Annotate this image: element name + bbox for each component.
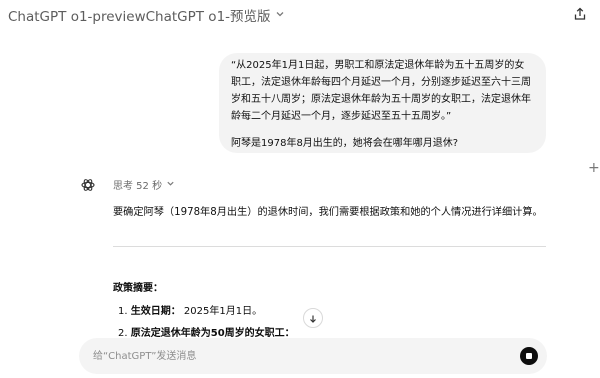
- list-label: 生效日期：: [130, 306, 181, 317]
- message-input[interactable]: [93, 348, 493, 364]
- message-composer: [79, 338, 547, 374]
- share-icon: [573, 6, 587, 25]
- assistant-intro-text: 要确定阿琴（1978年8月出生）的退休时间，我们需要根据政策和她的个人情况进行详…: [113, 207, 543, 218]
- list-value: 2025年1月1日。: [183, 306, 263, 317]
- thinking-label: 思考 52 秒: [113, 181, 163, 192]
- scroll-to-bottom-button[interactable]: [303, 308, 323, 328]
- user-message-bubble: “从2025年1月1日起，男职工和原法定退休年龄为五十五周岁的女职工，法定退休年…: [219, 53, 546, 153]
- thinking-toggle[interactable]: 思考 52 秒: [113, 177, 175, 192]
- chatgpt-logo-icon: [80, 177, 96, 193]
- list-number: 1.: [118, 306, 128, 317]
- arrow-down-icon: [308, 309, 318, 328]
- chevron-down-icon: [166, 179, 175, 191]
- plus-icon[interactable]: +: [588, 160, 600, 176]
- list-item: 2. 原法定退休年龄为50周岁的女职工：: [118, 324, 295, 339]
- model-selector[interactable]: ChatGPT o1-previewChatGPT o1-预览版: [8, 4, 285, 26]
- policy-summary-heading: 政策摘要：: [113, 283, 163, 294]
- list-item: 1. 生效日期： 2025年1月1日。: [118, 302, 262, 317]
- stop-icon: [526, 353, 532, 359]
- share-button[interactable]: [570, 5, 590, 25]
- user-message-question: 阿琴是1978年8月出生的，她将会在哪年哪月退休?: [231, 138, 459, 149]
- model-title: ChatGPT o1-previewChatGPT o1-预览版: [8, 9, 271, 25]
- top-bar: ChatGPT o1-previewChatGPT o1-预览版: [0, 0, 600, 32]
- divider: [113, 246, 546, 247]
- stop-generating-button[interactable]: [520, 347, 538, 365]
- user-message-paragraph: “从2025年1月1日起，男职工和原法定退休年龄为五十五周岁的女职工，法定退休年…: [231, 60, 531, 122]
- chevron-down-icon: [275, 9, 285, 22]
